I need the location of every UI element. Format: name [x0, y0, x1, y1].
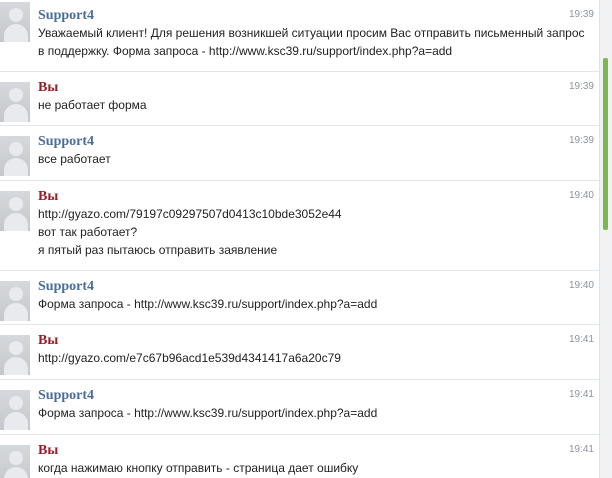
avatar[interactable] — [0, 191, 30, 231]
message: Вы 19:40 http://gyazo.com/79197c09297507… — [0, 181, 600, 271]
message-author[interactable]: Вы — [38, 443, 58, 459]
message-line: не работает форма — [38, 98, 147, 112]
message-line: вот так работает? — [38, 225, 138, 239]
message: Support4 19:40 Форма запроса - http://ww… — [0, 271, 600, 325]
message-author[interactable]: Вы — [38, 80, 58, 96]
message-time: 19:41 — [568, 334, 594, 345]
message-author[interactable]: Support4 — [38, 279, 94, 295]
chat-history: Support4 19:39 Уважаемый клиент! Для реш… — [0, 0, 600, 478]
message-text: Форма запроса - http://www.ksc39.ru/supp… — [38, 404, 570, 422]
scrollbar-thumb[interactable] — [603, 58, 608, 230]
message-author[interactable]: Support4 — [38, 388, 94, 404]
scrollbar[interactable] — [599, 0, 612, 478]
message-text: Уважаемый клиент! Для решения возникшей … — [38, 24, 585, 60]
message-line: http://gyazo.com/79197c09297507d0413c10b… — [38, 207, 342, 221]
message-time: 19:39 — [568, 135, 594, 146]
avatar[interactable] — [0, 281, 30, 321]
message-time: 19:41 — [568, 444, 594, 455]
message-line: Уважаемый клиент! Для решения возникшей … — [38, 26, 585, 40]
message: Вы 19:41 когда нажимаю кнопку отправить … — [0, 435, 600, 478]
message-author[interactable]: Support4 — [38, 134, 94, 150]
message-text: http://gyazo.com/e7c67b96acd1e539d434141… — [38, 349, 570, 367]
message-text: все работает — [38, 150, 570, 168]
message: Support4 19:39 Уважаемый клиент! Для реш… — [0, 0, 600, 72]
message-author[interactable]: Вы — [38, 333, 58, 349]
message-time: 19:39 — [568, 9, 594, 20]
message-line: все работает — [38, 152, 111, 166]
message-time: 19:40 — [568, 280, 594, 291]
avatar[interactable] — [0, 390, 30, 430]
avatar[interactable] — [0, 2, 30, 42]
avatar[interactable] — [0, 82, 30, 122]
message-line: я пятый раз пытаюсь отправить заявление — [38, 243, 278, 257]
message-line: Форма запроса - http://www.ksc39.ru/supp… — [38, 406, 378, 420]
message-time: 19:39 — [568, 81, 594, 92]
message-line: в поддержку. Форма запроса - http://www.… — [38, 44, 453, 58]
avatar[interactable] — [0, 136, 30, 176]
message: Support4 19:41 Форма запроса - http://ww… — [0, 380, 600, 435]
message: Вы 19:41 http://gyazo.com/e7c67b96acd1e5… — [0, 325, 600, 380]
message-line: Форма запроса - http://www.ksc39.ru/supp… — [38, 297, 378, 311]
message-text: не работает форма — [38, 96, 570, 114]
message-text: когда нажимаю кнопку отправить - страниц… — [38, 459, 570, 477]
message-line: когда нажимаю кнопку отправить - страниц… — [38, 461, 359, 475]
message-line: http://gyazo.com/e7c67b96acd1e539d434141… — [38, 351, 341, 365]
message-time: 19:40 — [568, 190, 594, 201]
message-author[interactable]: Support4 — [38, 8, 94, 24]
message: Вы 19:39 не работает форма — [0, 72, 600, 126]
message: Support4 19:39 все работает — [0, 126, 600, 181]
message-author[interactable]: Вы — [38, 189, 58, 205]
avatar[interactable] — [0, 335, 30, 375]
avatar[interactable] — [0, 445, 30, 478]
message-text: http://gyazo.com/79197c09297507d0413c10b… — [38, 205, 570, 259]
message-text: Форма запроса - http://www.ksc39.ru/supp… — [38, 295, 570, 313]
message-time: 19:41 — [568, 389, 594, 400]
